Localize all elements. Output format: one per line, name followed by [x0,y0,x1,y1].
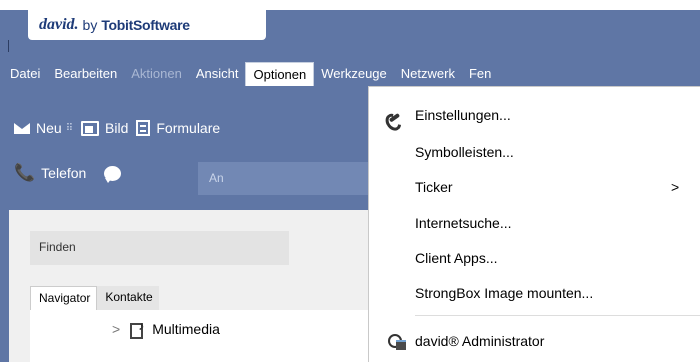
new-button-label: Neu [36,120,62,136]
menu-item-label: Internetsuche... [415,215,512,231]
menu-item-label: StrongBox Image mounten... [415,285,594,301]
chevron-right-icon[interactable]: > [112,321,120,337]
search-input[interactable]: Finden [30,231,289,265]
menu-tools[interactable]: Werkzeuge [314,62,394,86]
menu-item-internet-search[interactable]: Internetsuche... [415,215,512,231]
menu-item-label: david® Administrator [415,333,545,349]
new-dropdown-dots-icon[interactable]: ⠿ [66,123,73,134]
menu-item-client-apps[interactable]: Client Apps... [415,250,498,266]
options-dropdown-menu: Einstellungen... Symbolleisten... Ticker… [368,86,700,362]
phone-icon: 📞 [14,163,36,182]
forms-button-label: Formulare [156,120,221,136]
image-button-label: Bild [105,120,129,136]
communication-toolbar: 📞 Telefon [0,158,122,188]
menu-file[interactable]: Datei [0,62,47,86]
mail-icon [14,122,30,134]
logo-by: by [82,17,98,33]
tree-item-label: Multimedia [152,321,220,337]
menu-item-settings[interactable]: Einstellungen... [415,107,511,123]
logo-brand: david. [39,16,79,33]
menu-network[interactable]: Netzwerk [394,62,462,86]
app-logo: david. by TobitSoftware [28,10,266,40]
navigator-tabs: Navigator Kontakte [30,286,159,310]
multimedia-icon [130,319,146,339]
menu-window[interactable]: Fen [462,62,498,86]
menu-item-ticker[interactable]: Ticker [415,179,453,195]
phone-button[interactable]: 📞 Telefon [14,163,86,183]
menu-view[interactable]: Ansicht [189,62,246,86]
window-edge [8,40,9,52]
menu-item-administrator[interactable]: david® Administrator [415,333,544,349]
recipient-input[interactable]: An [198,162,368,195]
chevron-right-icon: > [671,179,680,195]
primary-toolbar: Neu ⠿ Bild Formulare [0,113,228,143]
logo-company: TobitSoftware [101,17,190,33]
phone-button-label: Telefon [41,165,87,181]
menu-bar: Datei Bearbeiten Aktionen Ansicht Option… [0,62,700,86]
menu-item-label: Ticker [415,179,453,195]
administrator-icon [388,332,409,350]
new-button[interactable]: Neu [14,120,62,136]
menu-item-strongbox-image-mount[interactable]: StrongBox Image mounten... [415,285,593,301]
image-icon [81,120,100,136]
wrench-icon [382,110,403,131]
menu-edit[interactable]: Bearbeiten [47,62,124,86]
menu-item-label: Symbolleisten... [415,144,514,160]
form-icon [136,120,151,136]
menu-separator [415,315,700,316]
tab-navigator[interactable]: Navigator [30,286,98,310]
chat-icon[interactable] [104,165,122,183]
menu-options[interactable]: Optionen [245,62,315,86]
tree-item-multimedia[interactable]: > Multimedia [112,319,220,339]
top-page-strip: von: Dentisch uns vorinstallierter Regel… [0,0,700,10]
menu-item-label: Client Apps... [415,250,498,266]
forms-button[interactable]: Formulare [136,120,220,136]
headline-fragment: von: Dentisch uns vorinstallierter Regel… [150,0,700,10]
menu-item-label: Einstellungen... [415,107,511,123]
image-button[interactable]: Bild [81,120,128,136]
menu-item-toolbars[interactable]: Symbolleisten... [415,144,514,160]
tab-contacts[interactable]: Kontakte [97,286,159,310]
menu-actions: Aktionen [131,66,182,81]
